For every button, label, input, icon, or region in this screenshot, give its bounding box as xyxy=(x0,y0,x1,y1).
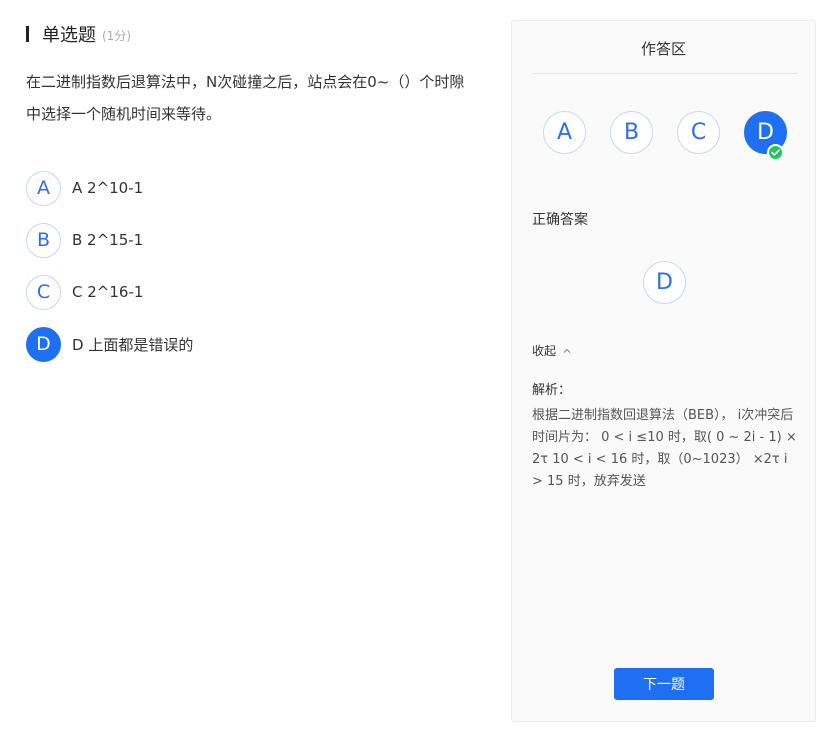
collapse-label: 收起 xyxy=(532,344,557,358)
option-a[interactable]: A A 2^10-1 xyxy=(26,169,486,207)
option-d-text: D 上面都是错误的 xyxy=(72,335,194,354)
option-c-text: C 2^16-1 xyxy=(72,283,144,301)
question-header: 单选题 (1分) xyxy=(26,22,486,46)
question-score: (1分) xyxy=(102,29,131,43)
options-list: A A 2^10-1 B B 2^15-1 C C 2^16-1 D D 上面都… xyxy=(26,169,486,363)
option-b[interactable]: B B 2^15-1 xyxy=(26,221,486,259)
next-question-button[interactable]: 下一题 xyxy=(614,668,714,700)
choice-d-button[interactable]: D xyxy=(744,111,787,161)
correct-answer-circle: D xyxy=(643,261,686,304)
title-accent-bar xyxy=(26,26,29,42)
panel-divider xyxy=(532,73,797,74)
option-d[interactable]: D D 上面都是错误的 xyxy=(26,325,486,363)
analysis-text: 根据二进制指数回退算法（BEB）， i次冲突后时间片为： 0 < i ≤10 时… xyxy=(532,408,797,489)
choice-b-button[interactable]: B xyxy=(610,111,653,154)
option-b-circle[interactable]: B xyxy=(26,222,61,258)
option-d-circle[interactable]: D xyxy=(26,326,61,362)
option-a-text: A 2^10-1 xyxy=(72,179,144,197)
correct-answer-label: 正确答案 xyxy=(532,212,588,228)
question-stem: 在二进制指数后退算法中，N次碰撞之后，站点会在0~（）个时隙中选择一个随机时间来… xyxy=(26,73,465,123)
analysis-label: 解析： xyxy=(532,383,572,398)
chevron-up-icon xyxy=(563,348,571,353)
choice-c-button[interactable]: C xyxy=(677,111,720,154)
exam-page: 单选题 (1分) 在二进制指数后退算法中，N次碰撞之后，站点会在0~（）个时隙中… xyxy=(0,0,823,731)
option-c-circle[interactable]: C xyxy=(26,274,61,310)
option-a-circle[interactable]: A xyxy=(26,170,61,206)
question-type: 单选题 xyxy=(42,25,96,46)
question-area: 单选题 (1分) 在二进制指数后退算法中，N次碰撞之后，站点会在0~（）个时隙中… xyxy=(26,22,486,377)
choice-a-button[interactable]: A xyxy=(543,111,586,154)
answer-choices: A B C D xyxy=(543,111,811,161)
choice-d-label: D xyxy=(757,120,774,145)
option-b-text: B 2^15-1 xyxy=(72,231,144,249)
answer-panel: 作答区 A B C D 正确答案 D 收起 解析： 根据二进制指数回退算法（BE… xyxy=(511,20,816,722)
check-circle-icon xyxy=(767,144,784,161)
option-c[interactable]: C C 2^16-1 xyxy=(26,273,486,311)
collapse-toggle[interactable]: 收起 xyxy=(532,342,571,359)
panel-title: 作答区 xyxy=(640,40,686,58)
